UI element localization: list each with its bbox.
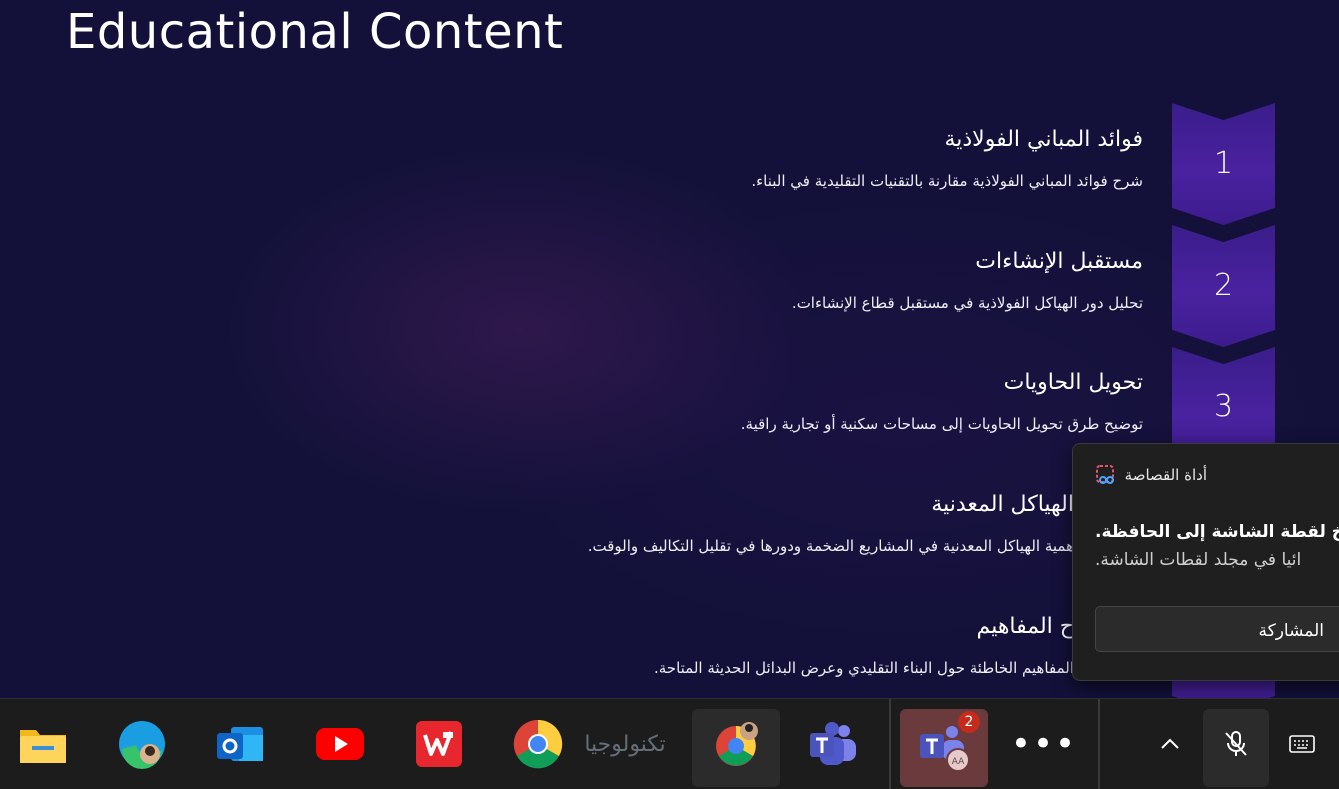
item-title: مستقبل الإنشاءات — [975, 249, 1143, 274]
wps-button[interactable] — [399, 699, 479, 789]
item-description: توضيح طرق تحويل الحاويات إلى مساحات سكني… — [740, 415, 1143, 433]
chrome-icon — [513, 719, 563, 769]
outlook-button[interactable] — [200, 699, 280, 789]
toast-title: خ لقطة الشاشة إلى الحافظة. — [1095, 522, 1339, 542]
chrome-profile-icon — [716, 722, 758, 766]
outlook-icon — [217, 727, 263, 761]
chevron-up-icon — [1161, 738, 1179, 749]
chrome-button[interactable] — [498, 699, 578, 789]
more-button[interactable]: ••• — [1004, 699, 1084, 789]
keyboard-icon — [1289, 735, 1315, 753]
teams-work-button[interactable]: AA 2 — [904, 699, 984, 789]
list-item: تحويل الحاويات توضيح طرق تحويل الحاويات … — [383, 369, 1143, 435]
list-item: مستقبل الإنشاءات تحليل دور الهياكل الفول… — [383, 248, 1143, 314]
item-description: تحليل دور الهياكل الفولاذية في مستقبل قط… — [791, 294, 1143, 312]
teams-icon — [810, 722, 856, 765]
taskbar-divider — [889, 699, 891, 789]
snipping-tool-notification[interactable]: أداة القصاصة خ لقطة الشاشة إلى الحافظة. … — [1072, 443, 1339, 681]
chevron-number: 2 — [1213, 268, 1234, 303]
edge-button[interactable] — [102, 699, 182, 789]
list-item: الهياكل المعدنية همية الهياكل المعدنية ف… — [314, 491, 1074, 557]
file-explorer-icon — [20, 730, 66, 763]
notification-badge: 2 — [958, 711, 980, 733]
wps-icon — [416, 721, 462, 767]
list-item: فوائد المباني الفولاذية شرح فوائد المبان… — [383, 126, 1143, 192]
touch-keyboard-button[interactable] — [1262, 699, 1339, 789]
youtube-button[interactable] — [300, 699, 380, 789]
toast-app-name: أداة القصاصة — [1124, 466, 1207, 484]
item-title: فوائد المباني الفولاذية — [944, 127, 1143, 152]
watermark: تكنولوجيا — [580, 699, 670, 789]
list-item: ح المفاهيم المفاهيم الخاطئة حول البناء ا… — [314, 613, 1074, 679]
item-title: ح المفاهيم — [976, 614, 1074, 639]
taskbar: تكنولوجيا AA 2 ••• — [0, 698, 1339, 789]
youtube-icon — [316, 728, 364, 760]
more-icon: ••• — [1010, 724, 1078, 764]
teams-button[interactable] — [793, 699, 873, 789]
chevron-number: 3 — [1213, 389, 1234, 424]
share-button[interactable]: المشاركة — [1095, 606, 1339, 652]
snipping-tool-icon — [1095, 464, 1117, 486]
microphone-muted-icon — [1225, 731, 1247, 756]
chevron-number: 1 — [1213, 146, 1234, 181]
item-description: شرح فوائد المباني الفولاذية مقارنة بالتق… — [751, 172, 1143, 190]
toast-body: ائيا في مجلد لقطات الشاشة. — [1095, 550, 1302, 570]
chrome-profile-button[interactable] — [696, 699, 776, 789]
taskbar-divider — [1098, 699, 1100, 789]
item-description: المفاهيم الخاطئة حول البناء التقليدي وعر… — [654, 659, 1074, 677]
item-title: الهياكل المعدنية — [931, 492, 1074, 517]
slide-title: Educational Content — [66, 4, 564, 60]
item-title: تحويل الحاويات — [1003, 370, 1143, 395]
edge-icon — [119, 721, 165, 769]
teams-avatar-initials: AA — [952, 757, 965, 767]
watermark-text: تكنولوجيا — [584, 731, 666, 757]
file-explorer-button[interactable] — [3, 699, 83, 789]
item-description: همية الهياكل المعدنية في المشاريع الضخمة… — [587, 537, 1074, 555]
